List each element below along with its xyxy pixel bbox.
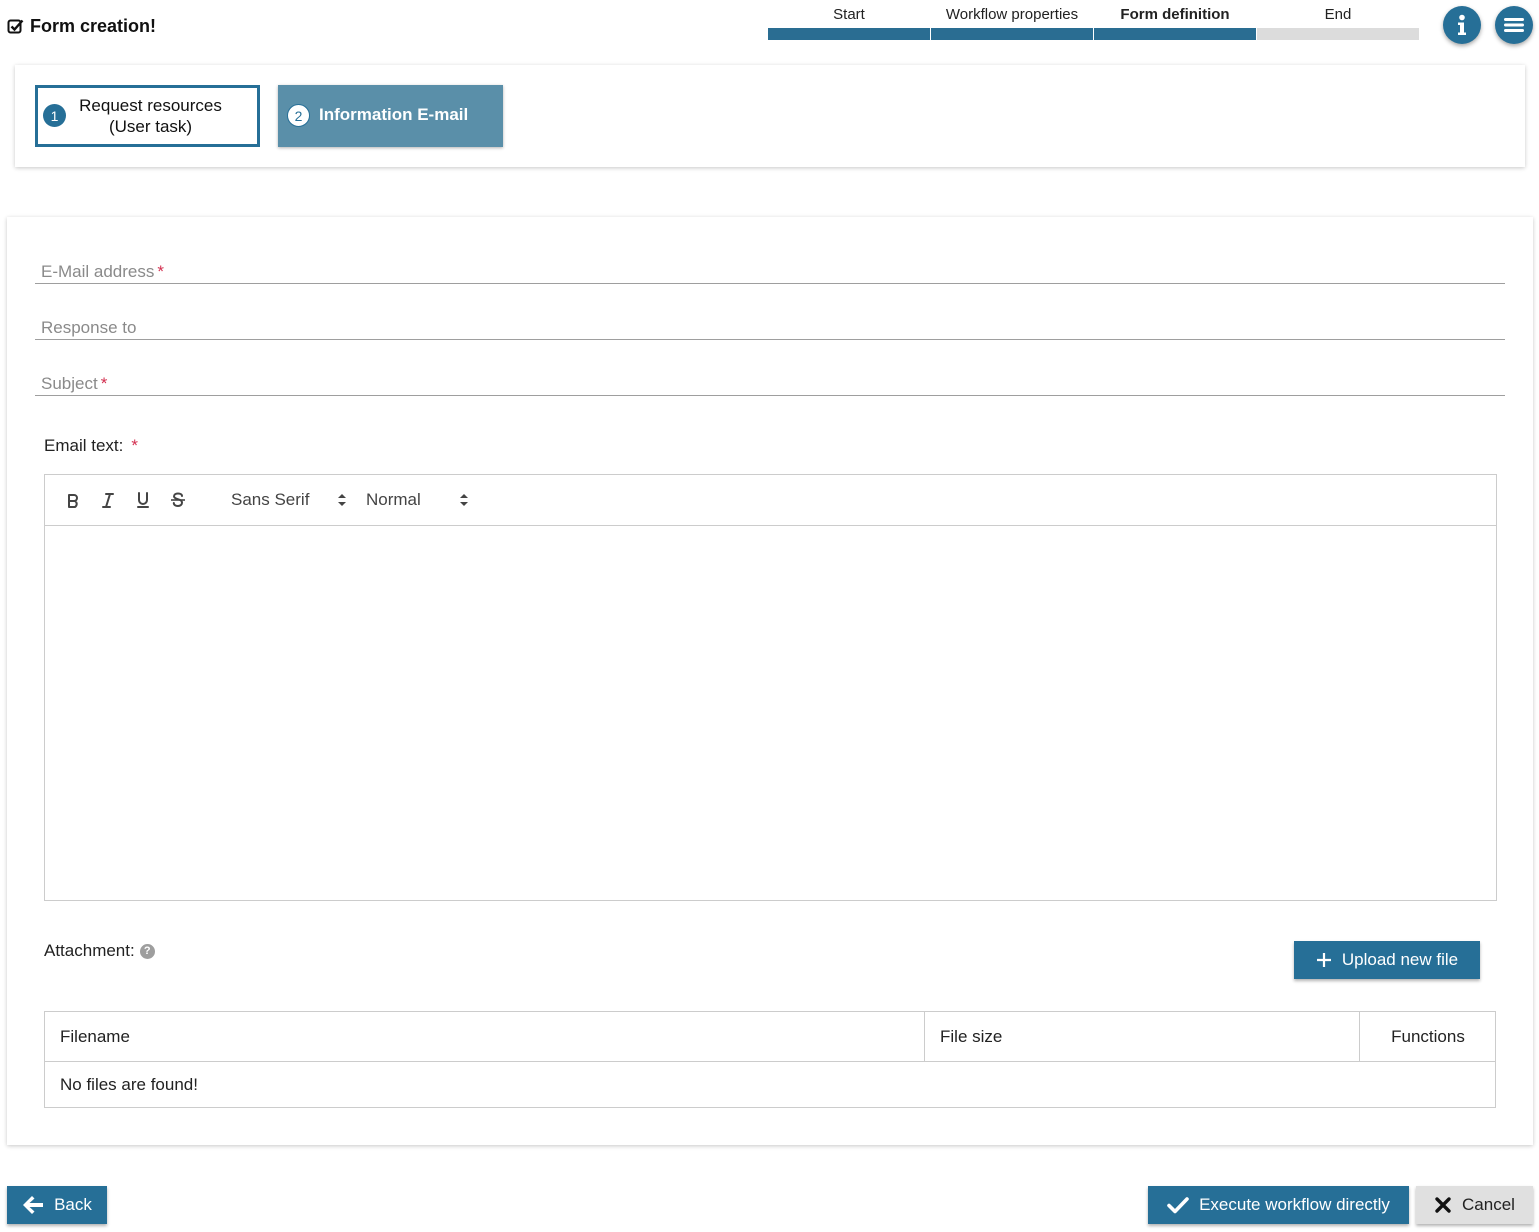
- checkbox-icon: [7, 19, 24, 34]
- underline-icon: [137, 492, 149, 508]
- info-icon: [1458, 14, 1466, 35]
- email-address-input[interactable]: [35, 252, 1505, 283]
- plus-icon: [1316, 953, 1331, 967]
- task-label-line: (User task): [108, 117, 193, 136]
- column-header-file-size[interactable]: File size: [924, 1012, 1359, 1062]
- italic-button[interactable]: [96, 488, 120, 512]
- header: Form creation! Start Workflow properties…: [0, 0, 1539, 60]
- app-title-text: Form creation!: [30, 16, 157, 36]
- email-text-label: Email text: *: [44, 436, 138, 455]
- task-information-email[interactable]: 2 Information E-mail: [278, 85, 503, 147]
- select-arrows-icon: [460, 494, 468, 506]
- editor-toolbar: Sans Serif Normal: [45, 475, 1496, 526]
- task-label: Information E-mail: [319, 105, 469, 124]
- task-label: Request resources (User task): [38, 95, 257, 137]
- upload-button-label: Upload new file: [1341, 950, 1459, 969]
- italic-icon: [102, 493, 114, 508]
- back-button-label: Back: [54, 1195, 92, 1214]
- workflow-progress: Start Workflow properties Form definitio…: [768, 6, 1420, 40]
- arrow-left-icon: [23, 1196, 44, 1214]
- underline-button[interactable]: [131, 488, 155, 512]
- task-label-line: Request resources: [79, 96, 222, 115]
- table-empty-message: No files are found!: [60, 1075, 198, 1094]
- email-text-editor: Sans Serif Normal: [44, 474, 1497, 901]
- response-to-field: Response to: [35, 308, 1505, 340]
- attachments-table: Filename File size Functions No files ar…: [44, 1011, 1496, 1108]
- progress-step-workflow-properties: Workflow properties: [931, 6, 1093, 40]
- email-form-card: E-Mail address * Response to Subject * Ema…: [7, 217, 1533, 1145]
- task-number-badge: 2: [287, 104, 310, 127]
- bold-icon: [68, 494, 78, 508]
- table-header: Filename File size Functions: [45, 1012, 1495, 1062]
- font-size-select[interactable]: Normal: [366, 488, 476, 512]
- task-number-badge: 1: [43, 104, 66, 127]
- progress-bar: [1094, 28, 1256, 40]
- task-request-resources[interactable]: 1 Request resources (User task): [35, 85, 260, 147]
- upload-new-file-button[interactable]: Upload new file: [1294, 941, 1480, 979]
- response-to-input[interactable]: [35, 308, 1505, 339]
- subject-field: Subject *: [35, 364, 1505, 396]
- cancel-button-label: Cancel: [1462, 1195, 1515, 1214]
- menu-button[interactable]: [1495, 6, 1533, 44]
- required-mark: *: [131, 436, 138, 455]
- check-icon: [1167, 1197, 1189, 1214]
- editor-body[interactable]: [45, 526, 1496, 900]
- progress-step-form-definition: Form definition: [1094, 6, 1256, 40]
- progress-step-label: Workflow properties: [945, 6, 1079, 23]
- subject-input[interactable]: [35, 364, 1505, 395]
- progress-step-start: Start: [768, 6, 930, 40]
- email-address-field: E-Mail address *: [35, 252, 1505, 284]
- column-header-functions: Functions: [1359, 1012, 1496, 1062]
- info-button[interactable]: [1443, 6, 1481, 44]
- font-family-value: Sans Serif: [231, 490, 310, 509]
- progress-bar: [931, 28, 1093, 40]
- strikethrough-button[interactable]: [166, 488, 190, 512]
- help-icon[interactable]: ?: [139, 943, 155, 959]
- close-icon: [1435, 1197, 1451, 1213]
- back-button[interactable]: Back: [7, 1186, 107, 1224]
- cancel-button[interactable]: Cancel: [1416, 1186, 1533, 1224]
- strikethrough-icon: [171, 492, 185, 508]
- select-arrows-icon: [338, 494, 346, 506]
- font-family-select[interactable]: Sans Serif: [231, 488, 349, 512]
- progress-bar: [1257, 28, 1419, 40]
- progress-step-label: Start: [833, 6, 865, 23]
- app-title: Form creation!: [7, 16, 156, 37]
- progress-bar: [768, 28, 930, 40]
- menu-icon: [1504, 18, 1524, 32]
- progress-step-label: Form definition: [1120, 6, 1230, 23]
- execute-button-label: Execute workflow directly: [1199, 1195, 1390, 1214]
- bold-button[interactable]: [61, 488, 85, 512]
- execute-workflow-button[interactable]: Execute workflow directly: [1148, 1186, 1409, 1224]
- progress-step-label: End: [1324, 6, 1352, 23]
- progress-step-end: End: [1257, 6, 1419, 40]
- attachment-label: Attachment: ?: [44, 941, 155, 961]
- font-size-value: Normal: [366, 490, 421, 509]
- column-header-filename[interactable]: Filename: [60, 1012, 130, 1062]
- tasks-card: 1 Request resources (User task) 2 Inform…: [15, 65, 1525, 167]
